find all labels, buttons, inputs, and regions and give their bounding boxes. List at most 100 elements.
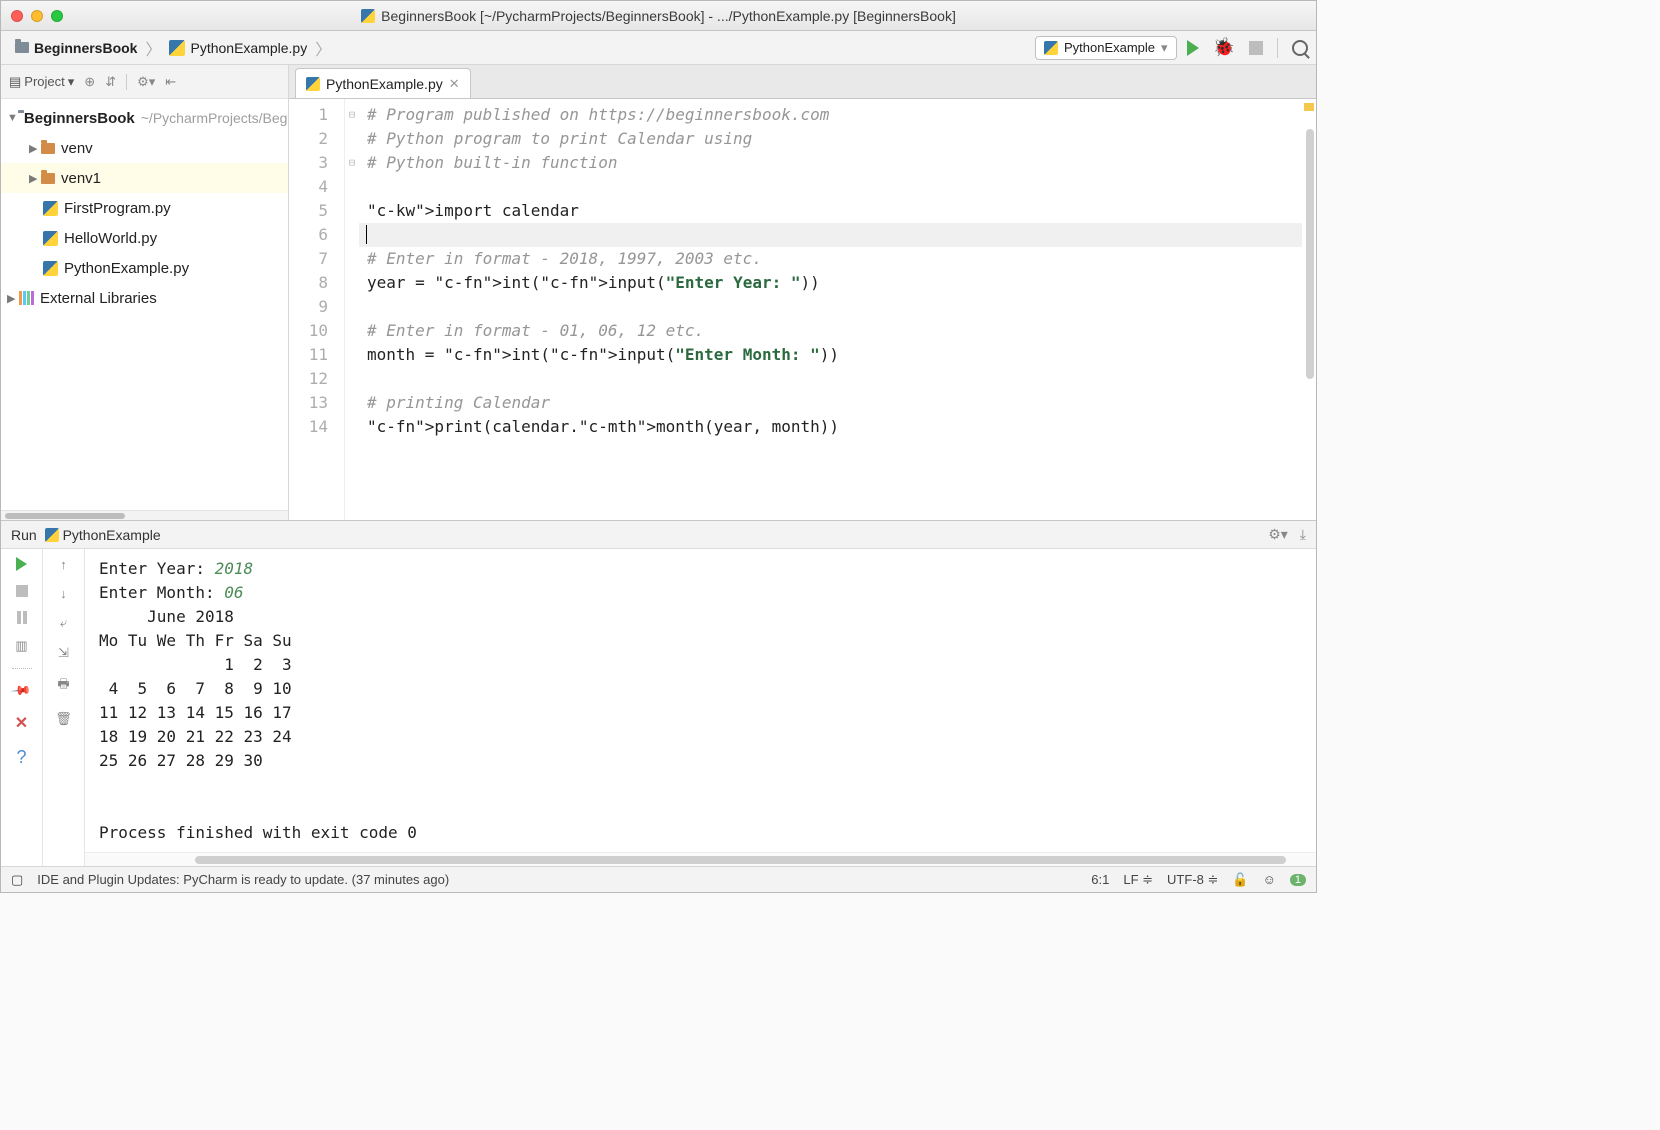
folder-icon [41, 143, 55, 154]
tool-window-toggle-icon[interactable]: ▢ [11, 872, 23, 888]
python-icon [45, 528, 59, 542]
close-window-button[interactable] [11, 10, 23, 22]
python-icon [1044, 41, 1058, 55]
tree-item-label: FirstProgram.py [64, 200, 171, 217]
line-separator[interactable]: LF ≑ [1123, 872, 1153, 888]
breadcrumb-project[interactable]: BeginnersBook [9, 40, 143, 56]
fold-column[interactable]: ⊟⊟ [345, 99, 359, 520]
settings-gear-icon[interactable]: ⚙︎▾ [1268, 526, 1288, 543]
error-stripe[interactable] [1302, 99, 1316, 520]
project-panel-label: Project [24, 74, 64, 89]
tree-file-helloworld[interactable]: HelloWorld.py [1, 223, 288, 253]
chevron-down-icon: ▾ [68, 74, 75, 90]
rerun-button[interactable] [16, 557, 27, 571]
run-actions-column: ▥ 📌 ✕ ? [1, 549, 43, 866]
tree-item-label: HelloWorld.py [64, 230, 157, 247]
line-number-gutter: 1234567891011121314 [289, 99, 345, 520]
folder-icon [15, 42, 29, 53]
python-file-icon [43, 261, 58, 276]
code-editor[interactable]: 1234567891011121314 ⊟⊟ # Program publish… [289, 99, 1316, 520]
layout-icon: ▤ [9, 74, 21, 90]
breadcrumb-file[interactable]: PythonExample.py [163, 40, 313, 56]
libraries-icon [19, 291, 34, 305]
tree-file-firstprogram[interactable]: FirstProgram.py [1, 193, 288, 223]
python-file-icon [43, 231, 58, 246]
expand-toggle[interactable]: ▶ [29, 172, 41, 185]
scroll-to-end-button[interactable]: ⇲ [58, 645, 69, 661]
console-horizontal-scrollbar[interactable] [85, 852, 1316, 866]
scroll-down-button[interactable]: ↓ [60, 586, 67, 601]
expand-toggle[interactable]: ▶ [29, 142, 41, 155]
tree-root[interactable]: ▼ BeginnersBook ~/PycharmProjects/Beginn… [1, 103, 288, 133]
settings-gear-icon[interactable]: ⚙︎▾ [137, 74, 155, 90]
editor-tab-bar: PythonExample.py ✕ [289, 65, 1316, 99]
run-config-label: PythonExample [1064, 40, 1155, 55]
soft-wrap-button[interactable]: ⤶ [60, 615, 67, 631]
close-tab-button[interactable]: ✕ [15, 713, 28, 733]
expand-toggle[interactable]: ▶ [7, 292, 19, 305]
python-file-icon [169, 40, 185, 56]
tree-item-label: PythonExample.py [64, 260, 189, 277]
tree-folder-venv[interactable]: ▶ venv [1, 133, 288, 163]
close-tab-button[interactable]: ✕ [449, 76, 460, 92]
titlebar: BeginnersBook [~/PycharmProjects/Beginne… [1, 1, 1316, 31]
chevron-right-icon: 〉 [315, 36, 331, 60]
zoom-window-button[interactable] [51, 10, 63, 22]
hector-icon[interactable]: ☺ [1263, 872, 1276, 887]
project-tool-window: ▤ Project ▾ ⊕ ⇵ ⚙︎▾ ⇤ ▼ BeginnersBook ~/… [1, 65, 289, 520]
trash-icon[interactable]: 🗑 [55, 711, 72, 727]
run-panel-label: Run [11, 527, 37, 543]
event-count-badge[interactable]: 1 [1290, 874, 1306, 886]
python-file-icon [43, 201, 58, 216]
tree-external-libraries[interactable]: ▶ External Libraries [1, 283, 288, 313]
hide-icon[interactable]: ⇤ [165, 74, 176, 90]
status-bar: ▢ IDE and Plugin Updates: PyCharm is rea… [1, 866, 1316, 892]
tree-root-path: ~/PycharmProjects/BeginnersBook [141, 110, 288, 126]
collapse-all-icon[interactable]: ⇵ [105, 74, 116, 90]
stop-button[interactable] [1249, 41, 1263, 55]
chevron-down-icon: ▾ [1161, 40, 1168, 56]
tree-item-label: venv1 [61, 170, 101, 187]
window-title: BeginnersBook [~/PycharmProjects/Beginne… [381, 8, 956, 24]
help-button[interactable]: ? [16, 747, 26, 768]
search-everywhere-button[interactable] [1292, 40, 1308, 56]
tree-root-label: BeginnersBook [24, 110, 135, 127]
lock-icon[interactable]: 🔓 [1232, 872, 1248, 888]
pin-tab-button[interactable]: 📌 [10, 680, 33, 703]
tree-item-label: External Libraries [40, 290, 157, 307]
run-tool-window: Run PythonExample ⚙︎▾ ⤓ ▥ 📌 ✕ ? ↑ ↓ ⤶ [1, 520, 1316, 866]
editor-tab-label: PythonExample.py [326, 76, 443, 92]
console-output[interactable]: Enter Year: 2018 Enter Month: 06 June 20… [85, 549, 1316, 852]
tree-folder-venv1[interactable]: ▶ venv1 [1, 163, 288, 193]
run-configuration-selector[interactable]: PythonExample ▾ [1035, 36, 1177, 60]
file-encoding[interactable]: UTF-8 ≑ [1167, 872, 1218, 888]
project-view-selector[interactable]: ▤ Project ▾ [9, 74, 74, 90]
status-message[interactable]: IDE and Plugin Updates: PyCharm is ready… [37, 872, 1077, 887]
stop-button[interactable] [16, 585, 28, 597]
tree-item-label: venv [61, 140, 93, 157]
pause-button[interactable] [17, 611, 27, 624]
print-button[interactable]: 🖶 [57, 675, 69, 697]
python-file-icon [306, 77, 320, 91]
download-icon[interactable]: ⤓ [1300, 526, 1306, 543]
breadcrumb-project-label: BeginnersBook [34, 40, 137, 56]
run-panel-config: PythonExample [63, 527, 161, 543]
run-button[interactable] [1187, 40, 1199, 56]
scroll-up-button[interactable]: ↑ [60, 557, 67, 572]
warning-marker[interactable] [1304, 103, 1314, 111]
chevron-right-icon: 〉 [145, 36, 161, 60]
folder-icon [41, 173, 55, 184]
tree-file-pythonexample[interactable]: PythonExample.py [1, 253, 288, 283]
debug-button[interactable]: 🐞 [1213, 37, 1235, 58]
sidebar-horizontal-scrollbar[interactable] [1, 510, 288, 520]
editor-scrollbar-thumb[interactable] [1306, 129, 1314, 379]
layout-button[interactable]: ▥ [15, 638, 27, 654]
navigation-bar: BeginnersBook 〉 PythonExample.py 〉 Pytho… [1, 31, 1316, 65]
editor-tab[interactable]: PythonExample.py ✕ [295, 68, 471, 98]
expand-toggle[interactable]: ▼ [7, 112, 18, 124]
console-actions-column: ↑ ↓ ⤶ ⇲ 🖶 🗑 [43, 549, 85, 866]
minimize-window-button[interactable] [31, 10, 43, 22]
scroll-from-source-icon[interactable]: ⊕ [84, 74, 95, 90]
breadcrumb-file-label: PythonExample.py [190, 40, 307, 56]
caret-position[interactable]: 6:1 [1091, 872, 1109, 887]
